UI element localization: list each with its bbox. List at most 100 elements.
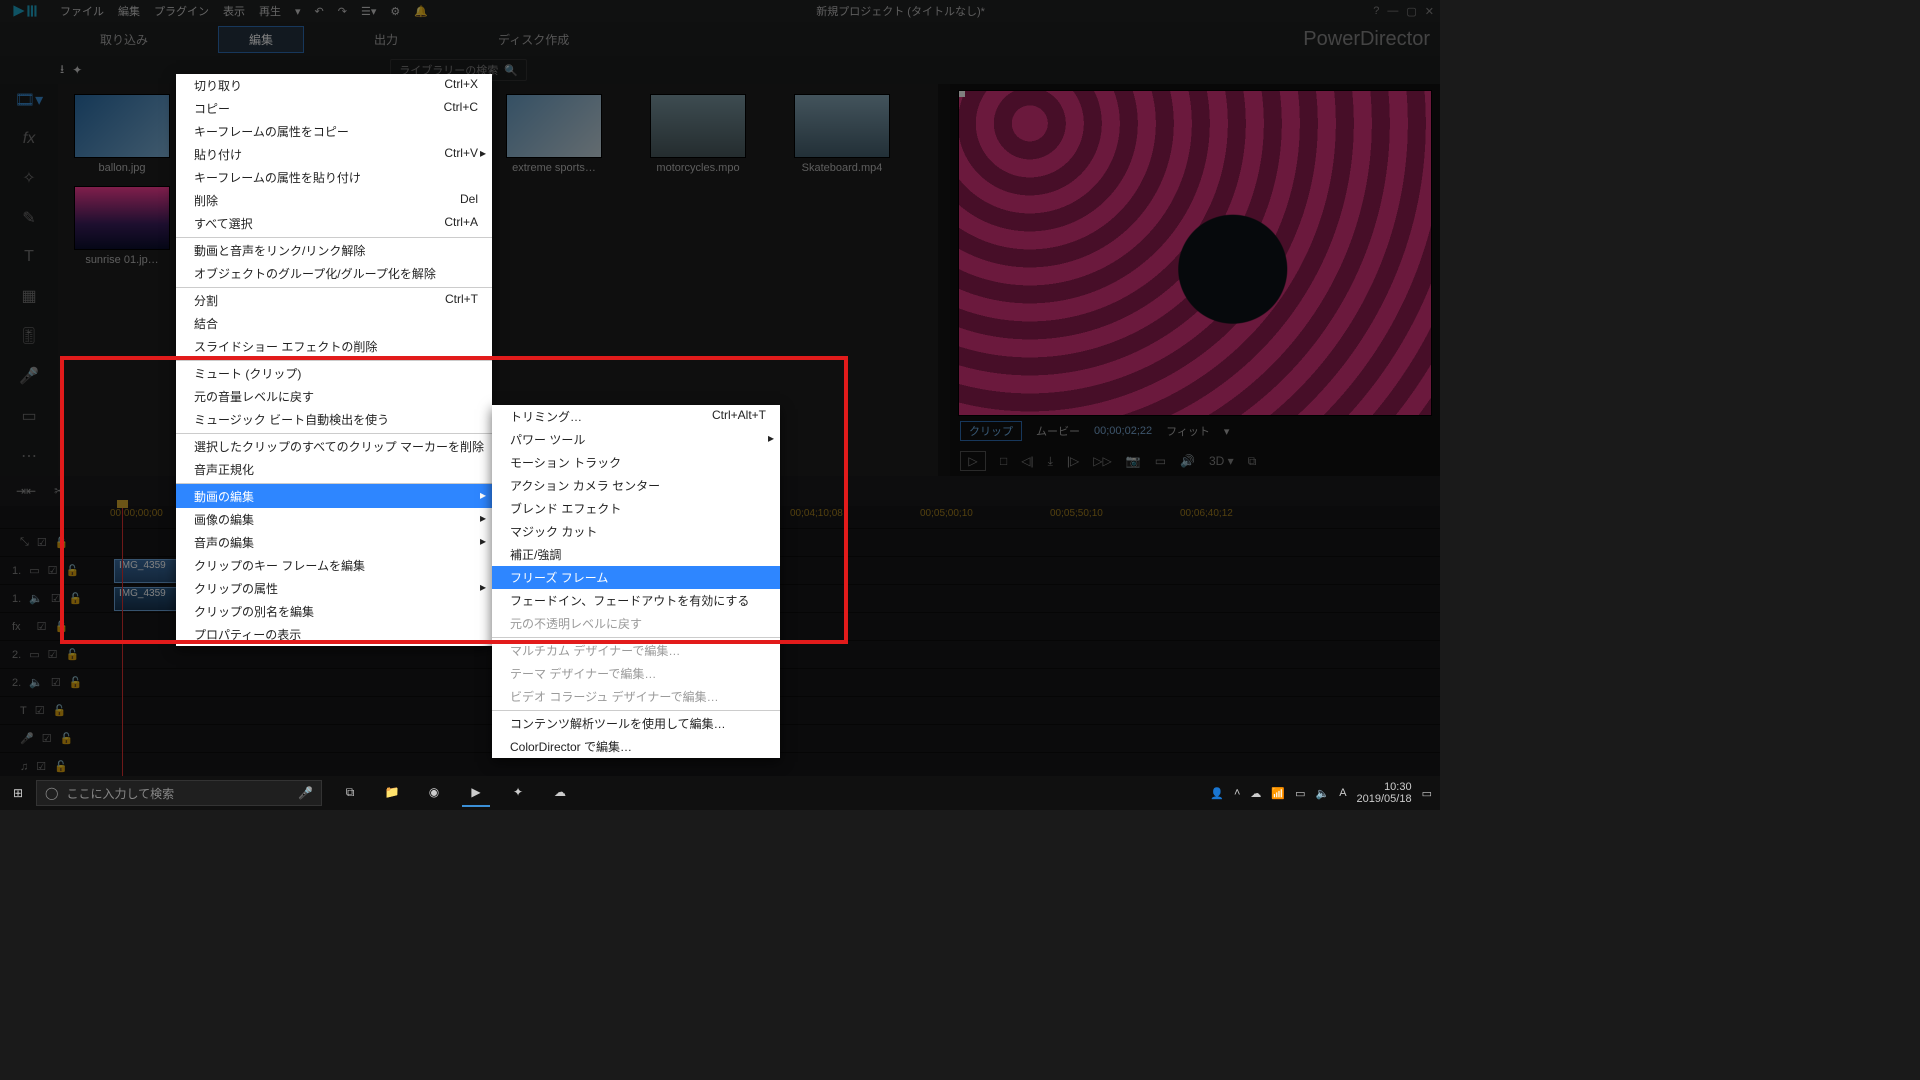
chevron-down-icon[interactable]: ▾: [1224, 425, 1230, 438]
powerdirector-taskicon[interactable]: ▶: [462, 779, 490, 807]
stop-button[interactable]: □: [1000, 454, 1007, 468]
track-lock-icon[interactable]: 🔓: [54, 760, 68, 773]
menu-item[interactable]: コンテンツ解析ツールを使用して編集…: [492, 710, 780, 735]
media-thumb[interactable]: ballon.jpg: [62, 94, 182, 174]
voice-room-icon[interactable]: 🎤: [19, 366, 39, 386]
track-header[interactable]: 🎤 ☑ 🔓: [0, 732, 110, 745]
volume-tray-icon[interactable]: 🔈: [1315, 787, 1329, 800]
menu-item[interactable]: キーフレームの属性をコピー: [176, 120, 492, 143]
start-button[interactable]: ⊞: [0, 786, 36, 800]
context-menu[interactable]: 切り取りCtrl+XコピーCtrl+Cキーフレームの属性をコピー貼り付けCtrl…: [176, 74, 492, 646]
next-frame-button[interactable]: |▷: [1067, 454, 1079, 468]
minimize-icon[interactable]: —: [1387, 5, 1398, 18]
plugin-icon[interactable]: ✦: [72, 63, 82, 77]
redo-icon[interactable]: ↷: [338, 5, 347, 18]
battery-icon[interactable]: ▭: [1295, 787, 1305, 800]
menu-item[interactable]: クリップの別名を編集: [176, 600, 492, 623]
menu-file[interactable]: ファイル: [60, 3, 104, 19]
onedrive-icon[interactable]: ☁: [1250, 787, 1261, 800]
network-icon[interactable]: 📶: [1271, 787, 1285, 800]
menu-item[interactable]: 結合: [176, 312, 492, 335]
media-thumb[interactable]: motorcycles.mpo: [638, 94, 758, 174]
track-visible-icon[interactable]: ☑: [48, 564, 58, 577]
photodirector-icon[interactable]: ✦: [504, 779, 532, 807]
media-room-icon[interactable]: 🎞▾: [15, 90, 43, 110]
layout-icon[interactable]: ☰▾: [361, 5, 376, 18]
transition-room-icon[interactable]: ▦: [21, 286, 36, 306]
track-header[interactable]: ♫ ☑ 🔓: [0, 760, 110, 773]
track-lock-icon[interactable]: 🔓: [65, 648, 79, 661]
menu-item[interactable]: 動画と音声をリンク/リンク解除: [176, 237, 492, 262]
track-lock-icon[interactable]: 🔓: [54, 620, 68, 633]
tab-produce[interactable]: 出力: [344, 27, 428, 52]
menu-item[interactable]: ブレンド エフェクト: [492, 497, 780, 520]
track-header[interactable]: 2. ▭ ☑ 🔓: [0, 648, 110, 661]
menu-item[interactable]: 音声の編集▸: [176, 531, 492, 554]
track-visible-icon[interactable]: ☑: [35, 704, 45, 717]
menu-item[interactable]: 貼り付けCtrl+V▸: [176, 143, 492, 166]
track-lock-icon[interactable]: 🔓: [69, 676, 83, 689]
menu-item[interactable]: マジック カット: [492, 520, 780, 543]
particle-room-icon[interactable]: ✎: [22, 208, 35, 228]
track-visible-icon[interactable]: ☑: [42, 732, 52, 745]
fx-room-icon[interactable]: fx: [23, 130, 35, 148]
track-header[interactable]: fx ☑ 🔓: [0, 620, 110, 633]
tab-disc[interactable]: ディスク作成: [468, 27, 599, 52]
mic-icon[interactable]: 🎤: [298, 786, 313, 800]
playhead[interactable]: [122, 506, 123, 786]
library-scrollbar[interactable]: [938, 84, 950, 476]
track-visible-icon[interactable]: ☑: [37, 620, 47, 633]
track-visible-icon[interactable]: ☑: [36, 760, 46, 773]
menu-play[interactable]: 再生: [259, 3, 281, 19]
track-header[interactable]: 2. 🔈 ☑ 🔓: [0, 676, 110, 689]
media-thumb[interactable]: extreme sports…: [494, 94, 614, 174]
pip-room-icon[interactable]: ✧: [22, 168, 35, 188]
preview-fit[interactable]: フィット: [1166, 423, 1210, 439]
people-icon[interactable]: 👤: [1210, 787, 1224, 800]
menu-item[interactable]: トリミング…Ctrl+Alt+T: [492, 405, 780, 428]
preview-mode[interactable]: ムービー: [1036, 423, 1080, 439]
menu-view[interactable]: 表示: [223, 3, 245, 19]
tray-chevron[interactable]: ˄: [1234, 787, 1240, 799]
menu-item[interactable]: オブジェクトのグループ化/グループ化を解除: [176, 262, 492, 285]
menu-item[interactable]: フェードイン、フェードアウトを有効にする: [492, 589, 780, 612]
step-back-button[interactable]: ⤓: [1048, 454, 1053, 469]
menu-item[interactable]: クリップのキー フレームを編集: [176, 554, 492, 577]
menu-item[interactable]: 削除Del: [176, 189, 492, 212]
menu-item[interactable]: 音声正規化: [176, 458, 492, 481]
menu-item[interactable]: 選択したクリップのすべてのクリップ マーカーを削除: [176, 433, 492, 458]
menu-item[interactable]: すべて選択Ctrl+A: [176, 212, 492, 235]
track-lock-icon[interactable]: 🔓: [65, 564, 79, 577]
tab-capture[interactable]: 取り込み: [70, 27, 178, 52]
import-icon[interactable]: ⭳: [60, 60, 64, 81]
menu-item[interactable]: 動画の編集▸: [176, 483, 492, 508]
menu-item[interactable]: 切り取りCtrl+X: [176, 74, 492, 97]
preview-frame[interactable]: [958, 90, 1432, 416]
tab-edit[interactable]: 編集: [218, 26, 304, 53]
loop-button[interactable]: ▭: [1155, 454, 1166, 468]
save-icon[interactable]: ▾: [295, 5, 301, 18]
track-visible-icon[interactable]: ☑: [48, 648, 58, 661]
track-header[interactable]: ⤡ ☑ 🔓: [0, 536, 110, 549]
track-lock-icon[interactable]: 🔓: [55, 536, 69, 549]
threeD-button[interactable]: 3D ▾: [1209, 454, 1234, 468]
taskview-icon[interactable]: ⧉: [336, 779, 364, 807]
explorer-icon[interactable]: 📁: [378, 779, 406, 807]
menu-item[interactable]: 画像の編集▸: [176, 508, 492, 531]
menu-item[interactable]: 分割Ctrl+T: [176, 287, 492, 312]
ime-icon[interactable]: A: [1339, 787, 1346, 799]
prev-frame-button[interactable]: ◁|: [1021, 454, 1033, 468]
track-visible-icon[interactable]: ☑: [37, 536, 47, 549]
menu-item[interactable]: フリーズ フレーム: [492, 566, 780, 589]
track-lock-icon[interactable]: 🔓: [60, 732, 74, 745]
app-icon[interactable]: ☁: [546, 779, 574, 807]
menu-item[interactable]: パワー ツール▸: [492, 428, 780, 451]
maximize-icon[interactable]: ▢: [1406, 5, 1416, 18]
menu-item[interactable]: クリップの属性▸: [176, 577, 492, 600]
menu-item[interactable]: コピーCtrl+C: [176, 97, 492, 120]
media-thumb[interactable]: Skateboard.mp4: [782, 94, 902, 174]
chrome-icon[interactable]: ◉: [420, 779, 448, 807]
menu-item[interactable]: スライドショー エフェクトの削除: [176, 335, 492, 358]
gear-icon[interactable]: ⚙: [390, 5, 400, 18]
track-header[interactable]: T ☑ 🔓: [0, 704, 110, 717]
